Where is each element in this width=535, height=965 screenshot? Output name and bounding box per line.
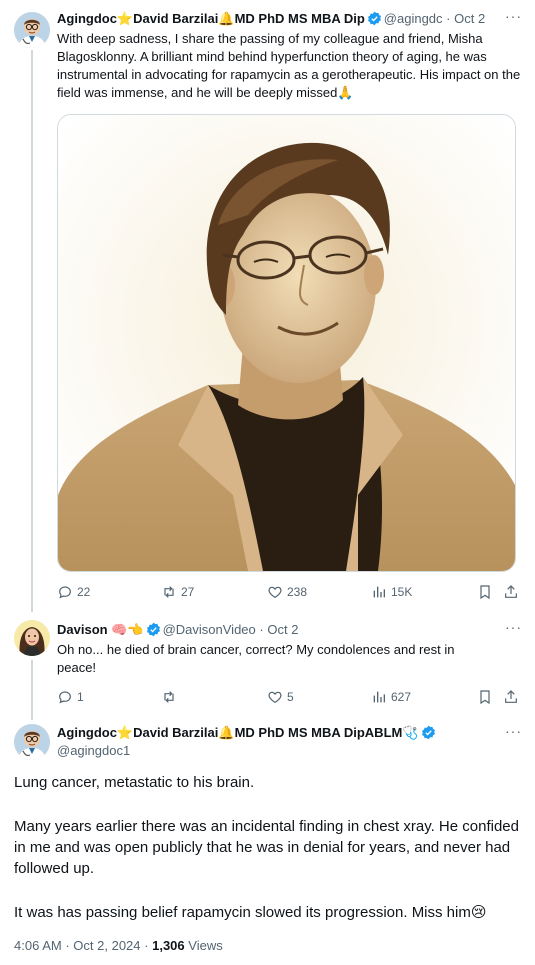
tweet-paragraph: It was has passing belief rapamycin slow…	[14, 904, 487, 921]
like-button[interactable]: 238	[267, 582, 307, 602]
like-count: 238	[287, 585, 308, 599]
avatar[interactable]	[14, 724, 50, 760]
views-button[interactable]: 627	[371, 687, 411, 707]
separator: ·	[144, 938, 149, 953]
more-options-icon[interactable]: ···	[505, 8, 522, 24]
heart-icon	[268, 691, 282, 704]
repost-button[interactable]: 27	[161, 582, 194, 602]
avatar-doctor-icon	[14, 12, 50, 48]
tweet-header: Davison 🧠👈 @DavisonVideo · Oct 2	[57, 622, 497, 638]
repost-count: 27	[181, 585, 195, 599]
like-button[interactable]: 5	[267, 687, 294, 707]
author-handle[interactable]: @agingdoc1	[57, 743, 130, 758]
tweet-time[interactable]: 4:06 AM	[14, 938, 62, 953]
avatar[interactable]	[14, 620, 50, 656]
more-options-icon[interactable]: ···	[505, 723, 522, 739]
views-icon	[373, 586, 385, 598]
tweet-date[interactable]: Oct 2	[267, 622, 298, 637]
author-name[interactable]: Agingdoc⭐David Barzilai🔔MD PhD MS MBA Di…	[57, 11, 365, 26]
avatar[interactable]	[14, 12, 50, 48]
views-count: 15K	[391, 585, 413, 599]
views-label: Views	[188, 938, 223, 953]
name-emoji: 🧠👈	[111, 622, 144, 637]
reply-icon	[59, 586, 71, 599]
bookmark-button[interactable]	[477, 687, 493, 707]
heart-icon	[268, 586, 282, 599]
views-icon	[373, 691, 385, 703]
share-button[interactable]	[503, 582, 519, 602]
avatar-doctor-icon	[14, 724, 50, 760]
tweet-metadata: 4:06 AM · Oct 2, 2024 · 1,306 Views	[14, 938, 223, 953]
avatar-woman-icon	[14, 620, 50, 656]
verified-badge-icon	[367, 11, 381, 26]
tweet-actions: 1 5 627	[57, 687, 523, 707]
tweet-date[interactable]: Oct 2	[454, 11, 485, 26]
author-handle[interactable]: @agingdc	[384, 11, 443, 26]
reply-count: 22	[77, 585, 91, 599]
separator: ·	[65, 938, 70, 953]
reply-count: 1	[77, 690, 84, 704]
more-options-icon[interactable]: ···	[505, 619, 522, 635]
tweet-text: With deep sadness, I share the passing o…	[57, 31, 521, 100]
tweet-header: Agingdoc⭐David Barzilai🔔MD PhD MS MBA Di…	[57, 725, 497, 741]
separator: ·	[446, 11, 451, 26]
verified-badge-icon	[146, 622, 160, 637]
tweet-actions: 22 27 238 15K	[57, 582, 523, 602]
tweet-paragraph: Many years earlier there was an incident…	[14, 818, 519, 877]
views-button[interactable]: 15K	[371, 582, 412, 602]
bookmark-button[interactable]	[477, 582, 493, 602]
like-count: 5	[287, 690, 294, 704]
bookmark-icon	[480, 585, 490, 600]
share-icon	[505, 690, 517, 703]
tweet-image[interactable]	[57, 114, 516, 572]
author-name[interactable]: Davison	[57, 622, 108, 637]
separator: ·	[259, 622, 264, 637]
reply-icon	[59, 691, 71, 704]
repost-icon	[164, 691, 174, 703]
author-name[interactable]: Agingdoc⭐David Barzilai🔔MD PhD MS MBA Di…	[57, 725, 419, 740]
share-icon	[505, 585, 517, 598]
repost-button[interactable]	[161, 687, 181, 707]
repost-icon	[164, 586, 174, 598]
tweet-header: Agingdoc⭐David Barzilai🔔MD PhD MS MBA Di…	[57, 11, 497, 27]
verified-badge-icon	[421, 725, 435, 740]
reply-button[interactable]: 22	[57, 582, 90, 602]
author-handle[interactable]: @DavisonVideo	[163, 622, 256, 637]
share-button[interactable]	[503, 687, 519, 707]
tweet-handle-line: @agingdoc1	[57, 743, 130, 759]
thread-connector	[31, 50, 33, 612]
tweet-paragraph: Lung cancer, metastatic to his brain.	[14, 774, 255, 791]
views-count: 1,306	[152, 938, 185, 953]
views-count: 627	[391, 690, 412, 704]
tweet-text: Oh no... he died of brain cancer, correc…	[57, 642, 455, 675]
reply-button[interactable]: 1	[57, 687, 84, 707]
portrait-photo	[58, 115, 515, 571]
bookmark-icon	[480, 690, 490, 705]
tweet-full-date[interactable]: Oct 2, 2024	[73, 938, 140, 953]
thread-connector	[31, 660, 33, 720]
